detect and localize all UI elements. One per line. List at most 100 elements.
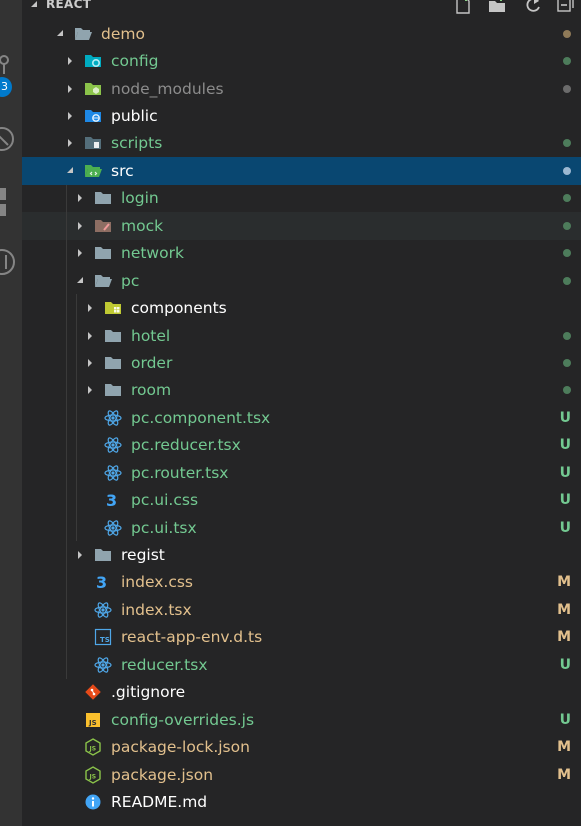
git-status-dot	[563, 377, 571, 404]
refresh-icon[interactable]	[524, 0, 542, 14]
status-dot	[563, 386, 571, 395]
file-row-package-json[interactable]: JS package.json M	[22, 761, 581, 788]
twisty[interactable]	[86, 322, 96, 349]
twisty[interactable]	[86, 377, 96, 404]
file-row-reducer-tsx[interactable]: reducer.tsx U	[22, 651, 581, 679]
git-status-dot	[563, 322, 571, 349]
git-status-dot	[563, 47, 571, 74]
status-dot	[563, 166, 571, 175]
new-file-icon[interactable]	[454, 0, 472, 14]
indent-guide	[66, 376, 67, 405]
twisty[interactable]	[66, 157, 76, 184]
twisty[interactable]	[66, 102, 76, 129]
folder-row-src[interactable]: src	[22, 157, 581, 185]
folder-row-config[interactable]: config	[22, 47, 581, 74]
indent-guide	[66, 212, 67, 240]
git-status-badge: M	[557, 739, 571, 756]
folder-row-hotel[interactable]: hotel	[22, 321, 581, 350]
chevron-right-icon	[88, 386, 92, 395]
item-label: room	[131, 381, 172, 400]
info-icon	[84, 788, 102, 815]
file-row-pc-ui-css[interactable]: 3 pc.ui.css U	[22, 486, 581, 514]
chevron-down-icon	[67, 166, 73, 173]
indent-guide	[66, 321, 67, 350]
chevron-right-icon	[78, 249, 82, 258]
item-label: pc.ui.css	[131, 491, 199, 510]
item-label: config	[111, 52, 159, 71]
file-row-index-tsx[interactable]: index.tsx M	[22, 596, 581, 624]
folder-row-demo[interactable]: demo	[22, 20, 581, 47]
twisty[interactable]	[56, 20, 66, 47]
item-label: mock	[121, 216, 164, 235]
explorer-sidebar: REACT demo config node_modules public script…	[22, 0, 581, 826]
twisty[interactable]	[86, 294, 96, 321]
folder-row-node-modules[interactable]: node_modules	[22, 75, 581, 102]
twisty[interactable]	[76, 267, 86, 294]
git-status-badge: M	[557, 574, 571, 591]
folder-row-login[interactable]: login	[22, 184, 581, 213]
folder-row-regist[interactable]: regist	[22, 541, 581, 569]
twisty[interactable]	[76, 185, 86, 212]
folder-node-icon	[84, 75, 102, 102]
indent-guide	[66, 513, 67, 542]
folder-icon	[104, 377, 122, 404]
remote-explorer-icon[interactable]	[0, 246, 22, 280]
javascript-icon: JS	[84, 706, 102, 733]
folder-row-public[interactable]: public	[22, 102, 581, 129]
git-status-dot	[563, 185, 571, 212]
folder-icon	[104, 322, 122, 349]
indent-guide	[76, 349, 77, 377]
indent-guide	[66, 568, 67, 597]
debug-icon[interactable]	[0, 125, 22, 155]
file-row-pc-reducer-tsx[interactable]: pc.reducer.tsx U	[22, 431, 581, 459]
css-icon: 3	[104, 486, 122, 513]
twisty[interactable]	[66, 75, 76, 102]
indent-guide	[76, 294, 77, 322]
item-label: src	[111, 161, 134, 180]
indent-guide	[66, 541, 67, 569]
folder-row-network[interactable]: network	[22, 239, 581, 267]
twisty[interactable]	[66, 130, 76, 157]
collapse-all-icon[interactable]	[556, 0, 574, 14]
file-row-gitignore[interactable]: .gitignore	[22, 679, 581, 706]
file-row-pc-ui-tsx[interactable]: pc.ui.tsx U	[22, 513, 581, 542]
file-row-package-lock-json[interactable]: JS package-lock.json M	[22, 733, 581, 760]
folder-row-pc[interactable]: pc	[22, 266, 581, 295]
explorer-section-header[interactable]: REACT	[22, 0, 581, 14]
file-row-pc-component-tsx[interactable]: pc.component.tsx U	[22, 404, 581, 432]
twisty[interactable]	[66, 47, 76, 74]
folder-row-components[interactable]: components	[22, 294, 581, 322]
extensions-icon[interactable]	[0, 186, 22, 220]
status-dot	[563, 57, 571, 66]
react-icon	[94, 596, 112, 623]
new-folder-icon[interactable]	[488, 0, 506, 14]
folder-row-mock[interactable]: mock	[22, 212, 581, 240]
git-status-badge: U	[559, 711, 571, 728]
folder-mock-icon	[94, 212, 112, 239]
item-label: config-overrides.js	[111, 710, 255, 729]
git-status-badge: U	[559, 437, 571, 454]
item-label: order	[131, 353, 173, 372]
twisty[interactable]	[76, 541, 86, 568]
file-row-index-css[interactable]: 3 index.css M	[22, 568, 581, 597]
file-row-react-app-env-d-ts[interactable]: TS react-app-env.d.ts M	[22, 623, 581, 652]
react-icon	[94, 651, 112, 678]
item-label: .gitignore	[111, 683, 186, 702]
chevron-right-icon	[78, 194, 82, 203]
file-row-config-overrides-js[interactable]: JS config-overrides.js U	[22, 706, 581, 733]
nodejs-icon: JS	[84, 733, 102, 760]
file-row-readme-md[interactable]: README.md	[22, 788, 581, 815]
folder-row-room[interactable]: room	[22, 376, 581, 405]
git-status-dot	[563, 130, 571, 157]
folder-row-scripts[interactable]: scripts	[22, 130, 581, 157]
indent-guide	[66, 431, 67, 459]
twisty[interactable]	[86, 349, 96, 376]
twisty[interactable]	[76, 212, 86, 239]
folder-row-order[interactable]: order	[22, 349, 581, 377]
file-row-pc-router-tsx[interactable]: pc.router.tsx U	[22, 459, 581, 487]
source-control-icon[interactable]	[0, 52, 22, 78]
activity-bar: 3	[0, 0, 22, 826]
twisty[interactable]	[76, 240, 86, 267]
react-icon	[104, 404, 122, 431]
chevron-right-icon	[88, 358, 92, 367]
